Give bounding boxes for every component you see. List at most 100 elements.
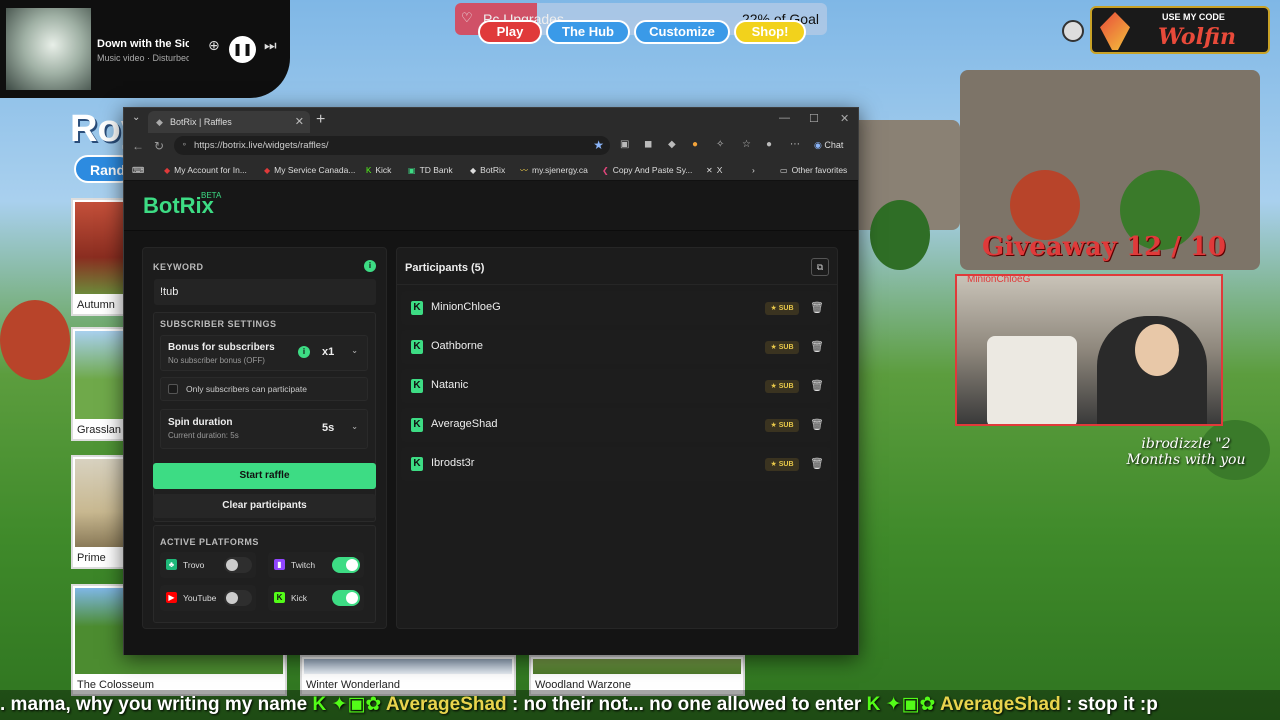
twitch-toggle[interactable]: [332, 557, 360, 573]
map-thumbnail: [304, 659, 512, 674]
bonus-value: x1: [322, 346, 335, 358]
webcam-name: MinionChloeG: [967, 274, 1031, 285]
folder-icon: ▭: [780, 166, 788, 175]
botrix-icon: ◆: [470, 166, 477, 175]
bookmark-icon: ◆: [164, 166, 171, 175]
twitch-icon: ▮: [274, 559, 285, 570]
url-text: https://botrix.live/widgets/raffles/: [194, 140, 329, 151]
shop-button[interactable]: Shop!: [734, 20, 806, 44]
sub-badge: ★ SUB: [765, 458, 799, 471]
trash-icon[interactable]: 🗑: [809, 377, 825, 395]
tree: [1010, 170, 1080, 240]
map-card-prime[interactable]: Prime: [71, 455, 131, 569]
extension-icon[interactable]: ◆: [668, 139, 676, 150]
add-icon[interactable]: ⊕: [208, 37, 220, 54]
next-icon[interactable]: ⏭: [264, 37, 277, 54]
botrix-page: BotRix BETA KEYWORD i !tub SUBSCRIBER SE…: [124, 181, 858, 655]
trash-icon[interactable]: 🗑: [809, 416, 825, 434]
url-input[interactable]: ⚬ https://botrix.live/widgets/raffles/ ★: [174, 136, 610, 155]
chat-label: Chat: [824, 140, 844, 150]
customize-button[interactable]: Customize: [634, 20, 730, 44]
bookmark-icon: 〰: [520, 166, 528, 175]
favorites-icon[interactable]: ☆: [742, 139, 751, 150]
platform-trovo: ♣ Trovo: [160, 552, 256, 578]
refresh-icon[interactable]: ↻: [154, 139, 164, 153]
tree: [870, 200, 930, 270]
spin-duration-select[interactable]: 5s ⌄: [320, 418, 360, 438]
minimize-icon[interactable]: —: [779, 112, 790, 124]
bookmarks-bar: ⌨ ◆ My Account for In... ◆ My Service Cana…: [124, 159, 858, 181]
kick-toggle[interactable]: [332, 590, 360, 606]
map-card-autumn[interactable]: Autumn: [71, 198, 131, 316]
sub-badge: ★ SUB: [765, 302, 799, 315]
copy-icon[interactable]: ⧉: [811, 258, 829, 276]
more-bookmarks-icon[interactable]: ›: [752, 165, 755, 175]
maximize-icon[interactable]: ☐: [809, 112, 819, 125]
settings-icon[interactable]: [1062, 20, 1084, 42]
bookmark-item[interactable]: ✕ X: [706, 165, 722, 175]
trash-icon[interactable]: 🗑: [809, 455, 825, 473]
kick-icon: K ✦▣✿: [312, 694, 386, 715]
spin-value: 5s: [322, 422, 335, 434]
bookmarks-icon[interactable]: ⌨: [132, 165, 144, 176]
new-tab-icon[interactable]: +: [316, 111, 325, 129]
bookmark-item[interactable]: ◆ BotRix: [470, 165, 505, 175]
map-thumbnail: [533, 659, 741, 674]
spin-subtitle: Current duration: 5s: [168, 431, 239, 440]
keyword-input[interactable]: !tub: [154, 279, 376, 305]
other-favorites[interactable]: ▭ Other favorites: [780, 165, 847, 175]
bookmark-item[interactable]: ◆ My Service Canada...: [264, 165, 355, 175]
ticker-message: . mama, why you writing my name: [0, 694, 308, 715]
bookmark-label: My Service Canada...: [274, 165, 356, 175]
kick-icon: K: [411, 418, 423, 432]
close-tab-icon[interactable]: ✕: [295, 115, 304, 128]
ticker-username: AverageShad: [385, 694, 507, 715]
tab-menu-icon[interactable]: ⌄: [132, 112, 140, 123]
extension-icon[interactable]: ▣: [620, 139, 629, 150]
chevron-down-icon: ⌄: [351, 346, 358, 355]
trovo-toggle[interactable]: [224, 557, 252, 573]
play-button[interactable]: Play: [478, 20, 542, 44]
kick-icon: K: [411, 379, 423, 393]
bookmark-item[interactable]: ◆ My Account for In...: [164, 165, 247, 175]
sub-badge: ★ SUB: [765, 380, 799, 393]
youtube-toggle[interactable]: [224, 590, 252, 606]
participant-name: Natanic: [431, 379, 469, 391]
start-raffle-button[interactable]: Start raffle: [153, 463, 376, 489]
creator-code-prefix: USE MY CODE: [1162, 12, 1225, 22]
profile-icon[interactable]: ●: [766, 139, 772, 150]
extension-icon[interactable]: ◼: [644, 139, 652, 150]
tree: [0, 300, 70, 380]
trash-icon[interactable]: 🗑: [809, 299, 825, 317]
bookmark-item[interactable]: 〰 my.sjenergy.ca: [520, 165, 588, 176]
copilot-chat-button[interactable]: ◉ Chat: [814, 140, 843, 151]
more-icon[interactable]: ⋯: [790, 139, 800, 150]
close-window-icon[interactable]: ✕: [840, 112, 849, 125]
site-info-icon[interactable]: ⚬: [181, 140, 188, 149]
tab-botrix[interactable]: ◆ BotRix | Raffles ✕: [148, 111, 310, 133]
beta-badge: BETA: [201, 191, 222, 200]
sub-badge-label: SUB: [778, 344, 794, 351]
bookmark-item[interactable]: ❮ Copy And Paste Sy...: [602, 165, 692, 175]
kick-icon: K: [411, 340, 423, 354]
bookmark-item[interactable]: K Kick: [366, 165, 391, 175]
bonus-select[interactable]: x1 ⌄: [320, 342, 360, 362]
extension-icon[interactable]: ●: [692, 139, 698, 150]
info-icon[interactable]: i: [364, 260, 376, 272]
extensions-puzzle-icon[interactable]: ✧: [716, 139, 724, 150]
kick-icon: K: [411, 301, 423, 315]
streamer-head: [1135, 324, 1179, 376]
info-icon[interactable]: i: [298, 346, 310, 358]
pause-icon[interactable]: ❚❚: [229, 36, 256, 63]
hub-button[interactable]: The Hub: [546, 20, 630, 44]
bookmark-label: My Account for In...: [174, 165, 247, 175]
bookmark-star-icon[interactable]: ★: [593, 138, 604, 152]
only-subs-checkbox[interactable]: [168, 384, 178, 394]
subscriber-settings-label: SUBSCRIBER SETTINGS: [160, 319, 277, 329]
clear-participants-button[interactable]: Clear participants: [153, 494, 376, 518]
back-icon[interactable]: ←: [132, 139, 144, 153]
map-card-grassland[interactable]: Grasslan: [71, 327, 131, 441]
trash-icon[interactable]: 🗑: [809, 338, 825, 356]
bookmark-item[interactable]: ▣ TD Bank: [408, 165, 453, 175]
subscriber-message: ibrodizzle "2 Months with you: [1126, 436, 1246, 468]
